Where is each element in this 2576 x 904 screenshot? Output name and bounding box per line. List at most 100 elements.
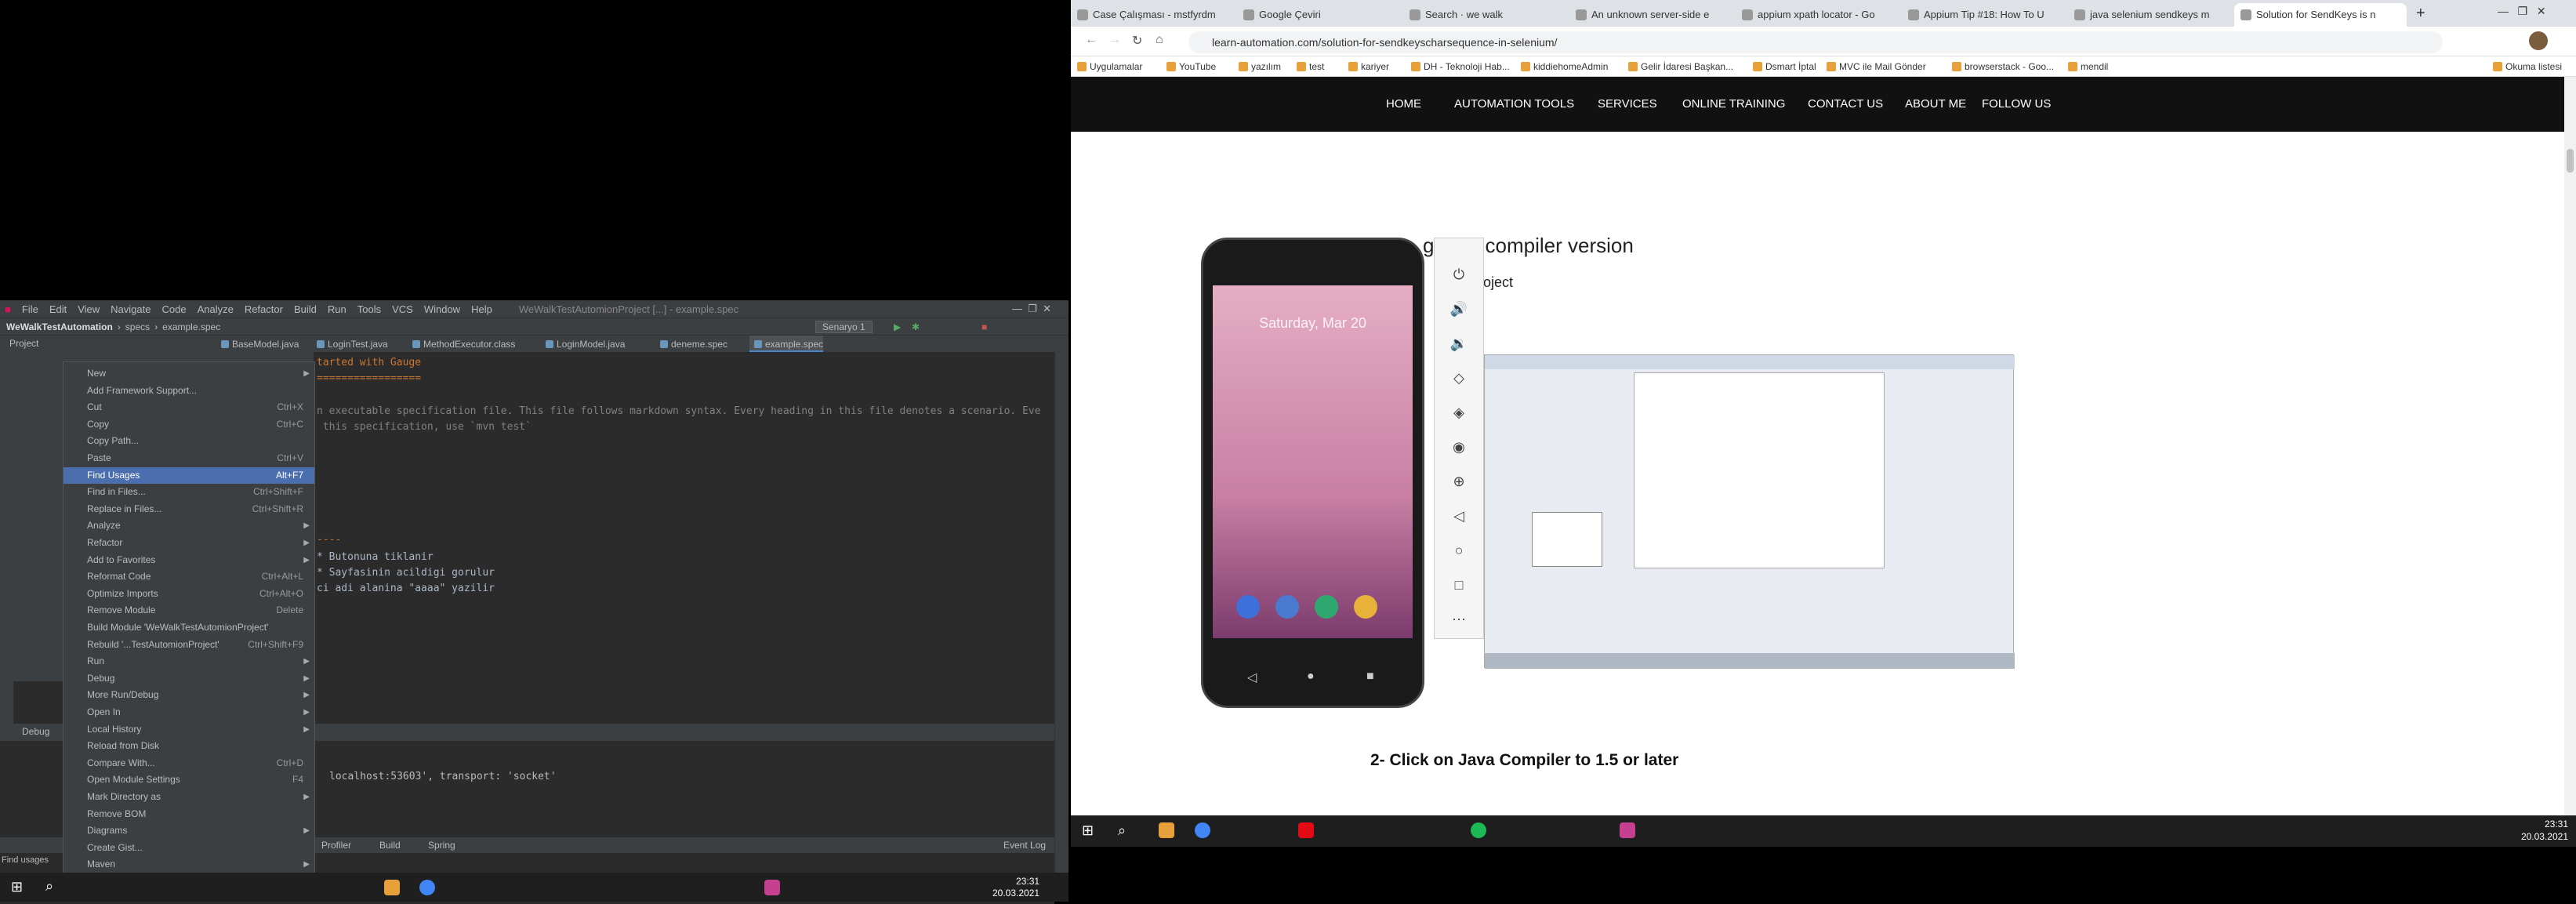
context-menu-item[interactable]: Reformat Code Ctrl+Alt+L <box>63 568 314 585</box>
context-menu-item[interactable]: Copy Path... <box>63 433 314 449</box>
new-tab-icon[interactable]: + <box>2416 5 2425 23</box>
browser-tab[interactable]: Google Çeviri <box>1237 3 1402 27</box>
phone-app-icon[interactable] <box>1236 595 1260 619</box>
profiler-tab[interactable]: Profiler <box>321 837 351 853</box>
bookmark[interactable]: test <box>1293 56 1324 77</box>
file-explorer-icon[interactable] <box>384 880 400 895</box>
play-store-icon[interactable] <box>1315 595 1338 619</box>
run-config-select[interactable]: Senaryo 1 <box>815 320 873 333</box>
context-menu-item[interactable]: New ▶ <box>63 365 314 382</box>
volume-down-icon[interactable]: 🔉 <box>1449 336 1469 353</box>
bookmark[interactable]: Gelir İdaresi Başkan... <box>1625 56 1733 77</box>
tab-example[interactable]: example.spec <box>749 336 824 353</box>
browser-tab[interactable]: Case Çalışması - mstfyrdm <box>1071 3 1235 27</box>
menu-run[interactable]: Run <box>328 303 346 315</box>
overview-icon[interactable]: □ <box>1449 577 1469 594</box>
scroll-thumb[interactable] <box>2567 149 2574 172</box>
bookmark[interactable]: Dsmart İptal <box>1750 56 1816 77</box>
context-menu-item[interactable]: Mark Directory as ▶ <box>63 789 314 805</box>
recents-nav-icon[interactable]: ■ <box>1366 670 1374 684</box>
spring-tab[interactable]: Spring <box>428 837 455 853</box>
bookmark[interactable]: mendil <box>2065 56 2108 77</box>
page-scrollbar[interactable] <box>2564 77 2576 815</box>
url-field[interactable]: learn-automation.com/solution-for-sendke… <box>1188 31 2443 53</box>
bookmark[interactable]: MVC ile Mail Gönder <box>1823 56 1926 77</box>
build-tab[interactable]: Build <box>379 837 401 853</box>
back-icon[interactable]: ← <box>1085 33 1098 47</box>
nav-services[interactable]: SERVICES <box>1598 77 1657 132</box>
browser-tab[interactable]: java selenium sendkeys m <box>2068 3 2233 27</box>
volume-up-icon[interactable]: 🔊 <box>1449 301 1469 318</box>
browser-tab[interactable]: An unknown server-side e <box>1569 3 1734 27</box>
home-nav-icon[interactable]: ● <box>1307 670 1315 684</box>
browser-tab[interactable]: appium xpath locator - Go <box>1736 3 1900 27</box>
bookmark[interactable]: YouTube <box>1163 56 1216 77</box>
netflix-icon[interactable] <box>1298 822 1314 838</box>
context-menu-item[interactable]: Open In ▶ <box>63 704 314 721</box>
window-controls[interactable]: — ❐ ✕ <box>1012 303 1051 315</box>
android-emulator[interactable]: Saturday, Mar 20 ◁ ● ■ <box>1201 238 1424 708</box>
power-icon[interactable]: ⏻ <box>1449 267 1469 284</box>
context-menu-item[interactable]: Analyze ▶ <box>63 517 314 534</box>
context-menu-item[interactable]: Remove BOM <box>63 806 314 822</box>
menu-view[interactable]: View <box>78 303 100 315</box>
menu-refactor[interactable]: Refactor <box>245 303 283 315</box>
chrome-app-icon[interactable] <box>1354 595 1377 619</box>
bookmark[interactable]: yazılım <box>1235 56 1281 77</box>
zoom-icon[interactable]: ⊕ <box>1449 474 1469 491</box>
nav-automation-tools[interactable]: AUTOMATION TOOLS <box>1454 77 1574 132</box>
nav-contact-us[interactable]: CONTACT US <box>1808 77 1883 132</box>
back-nav-icon[interactable]: ◁ <box>1247 670 1257 685</box>
project-view-label[interactable]: Project <box>9 338 38 349</box>
debug-label[interactable]: Debug <box>22 726 49 737</box>
context-menu-item[interactable]: Rebuild '...TestAutomionProject' Ctrl+Shi… <box>63 637 314 653</box>
windows-start-icon[interactable]: ⊞ <box>1082 822 1094 839</box>
context-menu-item[interactable]: Find Usages Alt+F7 <box>63 467 314 484</box>
reading-list[interactable]: Okuma listesi <box>2490 56 2562 77</box>
intellij-taskbar-icon[interactable] <box>764 880 780 895</box>
messages-app-icon[interactable] <box>1275 595 1299 619</box>
context-menu-item[interactable]: Create Gist... <box>63 840 314 856</box>
browser-tab[interactable]: Search · we walk <box>1403 3 1568 27</box>
context-menu-item[interactable]: Replace in Files... Ctrl+Shift+R <box>63 501 314 517</box>
context-menu-item[interactable]: Build Module 'WeWalkTestAutomionProject' <box>63 619 314 636</box>
tab-logintest[interactable]: LoginTest.java <box>312 336 388 353</box>
nav-about-me[interactable]: ABOUT ME <box>1905 77 1966 132</box>
menu-file[interactable]: File <box>22 303 38 315</box>
context-menu-item[interactable]: Copy Ctrl+C <box>63 416 314 433</box>
menu-navigate[interactable]: Navigate <box>111 303 151 315</box>
context-menu-item[interactable]: Find in Files... Ctrl+Shift+F <box>63 484 314 500</box>
context-menu-item[interactable]: More Run/Debug ▶ <box>63 687 314 703</box>
breadcrumb-file[interactable]: example.spec <box>162 321 220 332</box>
camera-icon[interactable]: ◉ <box>1449 439 1469 456</box>
right-tool-strip[interactable] <box>1054 352 1068 885</box>
nav-online-training[interactable]: ONLINE TRAINING <box>1682 77 1785 132</box>
context-menu-item[interactable]: Compare With... Ctrl+D <box>63 755 314 771</box>
nav-follow-us[interactable]: FOLLOW US <box>1982 77 2051 132</box>
bookmark[interactable]: browserstack - Goo... <box>1949 56 2054 77</box>
chrome-icon[interactable] <box>1195 822 1210 838</box>
tab-loginmodel[interactable]: LoginModel.java <box>541 336 625 353</box>
home-icon[interactable]: ⌂ <box>1156 33 1163 47</box>
debug-icon[interactable]: ✱ <box>912 321 920 332</box>
back-icon[interactable]: ◁ <box>1449 508 1469 525</box>
breadcrumb-specs[interactable]: specs <box>125 321 150 332</box>
stop-icon[interactable]: ■ <box>981 321 987 332</box>
more-icon[interactable]: ⋯ <box>1449 612 1469 629</box>
tab-basemodel[interactable]: BaseModel.java <box>216 336 299 353</box>
emulator-screen[interactable]: Saturday, Mar 20 <box>1213 285 1413 638</box>
nav-home[interactable]: HOME <box>1386 77 1421 132</box>
event-log-tab[interactable]: Event Log <box>1003 837 1046 853</box>
home-icon[interactable]: ○ <box>1449 543 1469 560</box>
context-menu-item[interactable]: Local History ▶ <box>63 721 314 738</box>
menu-build[interactable]: Build <box>294 303 317 315</box>
breadcrumb-project[interactable]: WeWalkTestAutomation <box>6 321 113 332</box>
menu-window[interactable]: Window <box>424 303 460 315</box>
bookmark[interactable]: kiddiehomeAdmin <box>1518 56 1608 77</box>
menu-analyze[interactable]: Analyze <box>198 303 234 315</box>
browser-tab-active[interactable]: Solution for SendKeys is n <box>2234 3 2407 27</box>
forward-icon[interactable]: → <box>1108 33 1121 47</box>
spotify-icon[interactable] <box>1471 822 1486 838</box>
menu-edit[interactable]: Edit <box>49 303 67 315</box>
menu-vcs[interactable]: VCS <box>392 303 413 315</box>
